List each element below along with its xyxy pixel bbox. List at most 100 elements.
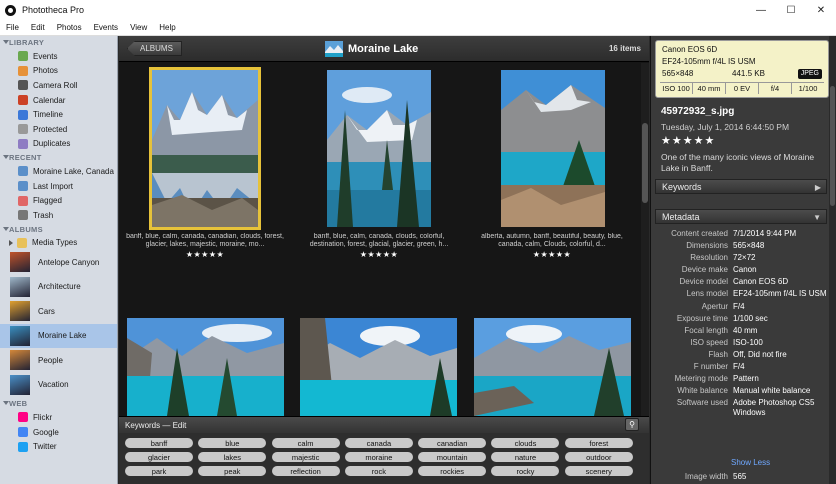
file-date[interactable]: Tuesday, July 1, 2014 6:44:50 PM xyxy=(661,122,789,132)
metadata-value[interactable]: EF24-105mm f/4L IS USM xyxy=(733,289,827,301)
keyword-chip[interactable]: forest xyxy=(564,438,633,448)
chevron-right-icon[interactable] xyxy=(9,239,13,246)
metadata-key: Apertur xyxy=(701,301,728,311)
show-less-link[interactable]: Show Less xyxy=(731,458,770,467)
menu-file[interactable]: File xyxy=(0,23,25,32)
metadata-value[interactable]: 565×848 xyxy=(733,241,827,253)
photo-rating[interactable]: ★★★★★ xyxy=(472,250,632,259)
sidebar-item-moraine-lake-canada[interactable]: Moraine Lake, Canada xyxy=(0,164,117,179)
sidebar-album-people[interactable]: People xyxy=(0,348,117,373)
grid-scrollbar[interactable] xyxy=(641,63,649,416)
web-header[interactable]: WEB xyxy=(0,397,117,410)
photo-rating[interactable]: ★★★★★ xyxy=(299,250,459,259)
album-thumbnail xyxy=(10,301,30,322)
sidebar-album-vacation[interactable]: Vacation xyxy=(0,373,117,398)
library-header[interactable]: LIBRARY xyxy=(0,36,117,49)
keyword-chip[interactable]: blue xyxy=(198,438,267,448)
photo-thumbnail[interactable] xyxy=(127,318,284,416)
sidebar-item-flagged[interactable]: Flagged xyxy=(0,193,117,208)
keyword-chip[interactable]: rocky xyxy=(491,466,560,476)
grid-scrollbar-thumb[interactable] xyxy=(642,123,648,203)
keyword-chip[interactable]: outdoor xyxy=(564,452,633,462)
keyword-chip[interactable]: clouds xyxy=(491,438,560,448)
metadata-value[interactable]: Off, Did not fire xyxy=(733,350,827,362)
sidebar-item-timeline[interactable]: Timeline xyxy=(0,107,117,122)
metadata-value[interactable]: Canon EOS 6D xyxy=(733,277,827,289)
photo-thumbnail[interactable] xyxy=(149,67,261,230)
inspector-scrollbar[interactable] xyxy=(829,36,836,484)
metadata-value[interactable]: F/4 xyxy=(733,362,827,374)
sidebar-item-trash[interactable]: Trash xyxy=(0,208,117,223)
close-button[interactable]: ✕ xyxy=(806,0,836,20)
keyword-chip[interactable]: nature xyxy=(491,452,560,462)
sidebar-item-media-types[interactable]: Media Types xyxy=(0,236,117,251)
metadata-value[interactable]: ISO-100 xyxy=(733,338,827,350)
metadata-value[interactable]: Adobe Photoshop CS5 Windows xyxy=(733,398,827,418)
sidebar-item-protected[interactable]: Protected xyxy=(0,122,117,137)
keyword-chip[interactable]: rockies xyxy=(418,466,487,476)
keywords-panel-title: Keywords — Edit xyxy=(125,420,187,430)
sidebar-item-google[interactable]: Google xyxy=(0,425,117,440)
back-to-albums-button[interactable]: ALBUMS xyxy=(127,41,182,56)
keyword-chip[interactable]: reflection xyxy=(271,466,340,476)
photo-thumbnail[interactable] xyxy=(327,70,431,227)
keyword-chip[interactable]: majestic xyxy=(271,452,340,462)
keyword-chip[interactable]: peak xyxy=(198,466,267,476)
menu-edit[interactable]: Edit xyxy=(25,23,51,32)
metadata-value[interactable]: Pattern xyxy=(733,374,827,386)
maximize-button[interactable]: ☐ xyxy=(776,0,806,20)
rating-stars[interactable]: ★★★★★ xyxy=(661,134,715,147)
menu-photos[interactable]: Photos xyxy=(51,23,88,32)
keyword-chip[interactable]: calm xyxy=(271,438,340,448)
file-name[interactable]: 45972932_s.jpg xyxy=(661,106,734,117)
keywords-section-toggle[interactable]: Keywords ▶ xyxy=(655,179,827,194)
recent-header[interactable]: RECENT xyxy=(0,151,117,164)
photo-thumbnail[interactable] xyxy=(300,318,457,416)
albums-header[interactable]: ALBUMS xyxy=(0,223,117,236)
sidebar: LIBRARY Events Photos Camera Roll Calendar T… xyxy=(0,36,118,484)
metadata-row: Dimensions 565×848 xyxy=(655,241,827,253)
menu-view[interactable]: View xyxy=(124,23,153,32)
inspector-scrollbar-thumb[interactable] xyxy=(830,86,835,206)
grid-header: ALBUMS Moraine Lake 16 items xyxy=(119,36,649,62)
keyword-chip[interactable]: park xyxy=(125,466,193,476)
sidebar-album-antelope-canyon[interactable]: Antelope Canyon xyxy=(0,250,117,275)
metadata-value[interactable]: Canon xyxy=(733,265,827,277)
keyword-chip[interactable]: rock xyxy=(344,466,413,476)
sidebar-item-events[interactable]: Events xyxy=(0,49,117,64)
keyword-chip[interactable]: scenery xyxy=(564,466,633,476)
metadata-section-toggle[interactable]: Metadata ▼ xyxy=(655,209,827,224)
keyword-chip[interactable]: banff xyxy=(125,438,193,448)
keyword-chip[interactable]: moraine xyxy=(344,452,413,462)
menu-help[interactable]: Help xyxy=(153,23,181,32)
sidebar-album-moraine-lake[interactable]: Moraine Lake xyxy=(0,323,117,349)
metadata-value[interactable]: F/4 xyxy=(733,302,827,314)
photo-thumbnail[interactable] xyxy=(501,70,605,227)
sidebar-item-last-import[interactable]: Last Import xyxy=(0,179,117,194)
keyword-chip[interactable]: lakes xyxy=(198,452,267,462)
sidebar-item-photos[interactable]: Photos xyxy=(0,64,117,79)
sidebar-item-duplicates[interactable]: Duplicates xyxy=(0,137,117,152)
timeline-icon xyxy=(18,109,28,120)
sidebar-item-flickr[interactable]: Flickr xyxy=(0,410,117,425)
photo-rating[interactable]: ★★★★★ xyxy=(125,250,285,259)
photo-thumbnail[interactable] xyxy=(474,318,631,416)
sidebar-album-cars[interactable]: Cars xyxy=(0,299,117,324)
metadata-value[interactable]: 72×72 xyxy=(733,253,827,265)
menu-events[interactable]: Events xyxy=(88,23,124,32)
sidebar-item-calendar[interactable]: Calendar xyxy=(0,93,117,108)
keyword-chip[interactable]: mountain xyxy=(418,452,487,462)
keyword-chip[interactable]: glacier xyxy=(125,452,193,462)
metadata-value[interactable]: 7/1/2014 9:44 PM xyxy=(733,229,827,241)
minimize-button[interactable]: — xyxy=(746,0,776,20)
metadata-value[interactable]: 40 mm xyxy=(733,326,827,338)
photo-description[interactable]: One of the many iconic views of Moraine … xyxy=(661,152,827,174)
keyword-chip[interactable]: canada xyxy=(344,438,413,448)
sidebar-item-twitter[interactable]: Twitter xyxy=(0,439,117,454)
keyword-chip[interactable]: canadian xyxy=(418,438,487,448)
sidebar-album-architecture[interactable]: Architecture xyxy=(0,275,117,300)
metadata-value[interactable]: 1/100 sec xyxy=(733,314,827,326)
sidebar-item-camera-roll[interactable]: Camera Roll xyxy=(0,78,117,93)
search-icon[interactable]: ⚲ xyxy=(625,418,639,431)
metadata-value[interactable]: Manual white balance xyxy=(733,386,827,398)
